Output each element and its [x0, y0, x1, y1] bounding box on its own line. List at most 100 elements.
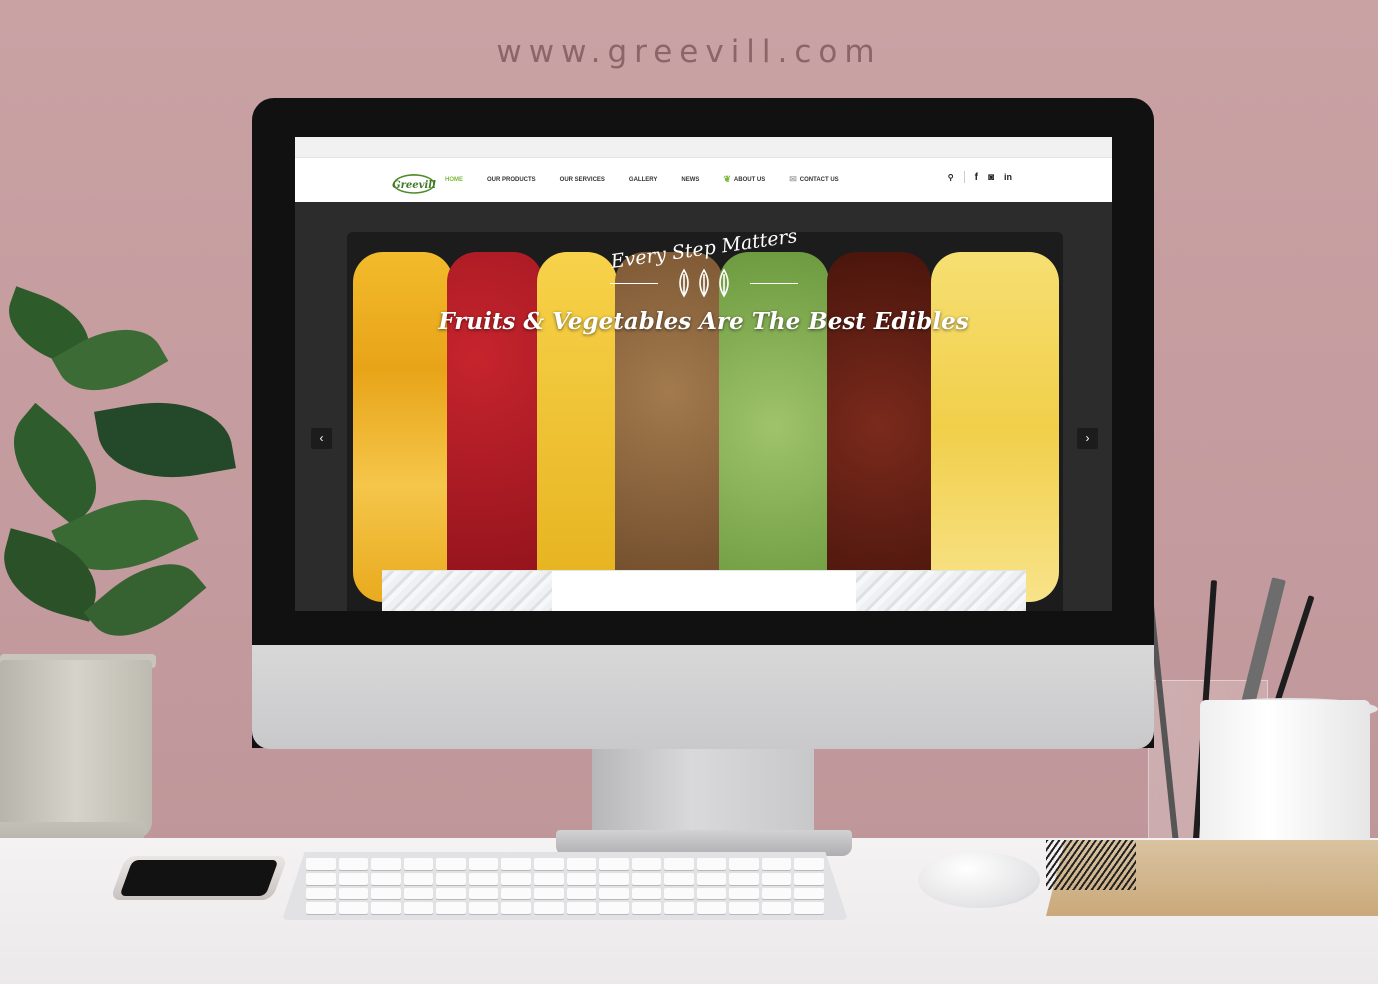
- keyboard-key: [306, 902, 336, 914]
- content-panel: [382, 570, 1026, 611]
- header-icons: ⚲ f ◙ in: [948, 171, 1012, 183]
- keyboard-key: [566, 902, 597, 914]
- keyboard-key: [501, 872, 531, 885]
- keyboard-key: [371, 887, 401, 900]
- logo-text: Greevill: [392, 180, 436, 191]
- keyboard-key: [306, 858, 336, 870]
- keyboard-key: [468, 887, 499, 900]
- nav-home[interactable]: HOME: [445, 174, 463, 185]
- linkedin-icon[interactable]: in: [1004, 172, 1012, 182]
- chevron-left-icon: ‹: [319, 431, 324, 445]
- nav-home-label: HOME: [445, 176, 463, 183]
- nav-about-us-label: ABOUT US: [733, 176, 766, 183]
- keyboard-key: [599, 858, 629, 870]
- keyboard-key: [533, 858, 564, 870]
- keyboard-key: [566, 872, 597, 885]
- hero-divider: [295, 268, 1112, 298]
- leaf-icon: ❦: [723, 174, 731, 184]
- greevill-logo[interactable]: Greevill: [391, 164, 437, 196]
- hero-slider: Every Step Matters Fruits & Vegetables A…: [295, 202, 1112, 611]
- keyboard-key: [599, 887, 629, 900]
- keyboard-key: [403, 902, 434, 914]
- keyboard-key: [338, 887, 369, 900]
- keyboard-key: [371, 872, 401, 885]
- keyboard-key: [664, 902, 694, 914]
- main-nav: HOME OUR PRODUCTS OUR SERVICES GALLERY N…: [445, 174, 863, 185]
- keyboard-key: [696, 902, 727, 914]
- nav-gallery[interactable]: GALLERY: [629, 174, 657, 185]
- keyboard-key: [729, 858, 759, 870]
- nav-contact-us-label: CONTACT US: [799, 176, 839, 183]
- nav-gallery-label: GALLERY: [628, 176, 658, 183]
- keyboard-key: [501, 858, 531, 870]
- keyboard-key: [794, 872, 824, 885]
- keyboard-key: [631, 887, 662, 900]
- keyboard-key: [761, 858, 792, 870]
- keyboard-key: [664, 872, 694, 885]
- keyboard-key: [371, 902, 401, 914]
- keyboard-key: [501, 902, 531, 914]
- notebook-spiral: [1046, 840, 1136, 890]
- keyboard-key: [533, 872, 564, 885]
- nav-our-products-label: OUR PRODUCTS: [487, 176, 536, 183]
- crystal-decoration: [856, 571, 1026, 611]
- keyboard: [282, 852, 848, 920]
- keyboard-key: [761, 902, 792, 914]
- keyboard-key: [338, 858, 369, 870]
- keyboard-key: [436, 872, 466, 885]
- keyboard-key: [371, 858, 401, 870]
- keyboard-key: [794, 858, 824, 870]
- keyboard-key: [696, 858, 727, 870]
- site-header: Greevill HOME OUR PRODUCTS OUR SERVICES …: [295, 158, 1112, 202]
- keyboard-key: [436, 858, 466, 870]
- three-leaves-icon: [678, 268, 729, 298]
- keyboard-key: [501, 887, 531, 900]
- divider-line: [609, 282, 658, 284]
- keyboard-key: [403, 872, 434, 885]
- keyboard-key: [566, 887, 597, 900]
- website-screen: Greevill HOME OUR PRODUCTS OUR SERVICES …: [295, 137, 1112, 611]
- keyboard-key: [631, 872, 662, 885]
- keyboard-key: [761, 872, 792, 885]
- mouse: [918, 852, 1040, 908]
- slider-next-button[interactable]: ›: [1077, 428, 1098, 449]
- hero-headline: Fruits & Vegetables Are The Best Edibles: [438, 308, 969, 335]
- keyboard-key: [468, 858, 499, 870]
- divider: [963, 171, 965, 183]
- keyboard-key: [664, 858, 694, 870]
- keyboard-key: [794, 902, 824, 914]
- nav-our-products[interactable]: OUR PRODUCTS: [487, 174, 536, 185]
- slider-prev-button[interactable]: ‹: [311, 428, 332, 449]
- nav-about-us[interactable]: ❦ ABOUT US: [723, 174, 765, 185]
- keyboard-key: [696, 887, 727, 900]
- keyboard-key: [566, 858, 597, 870]
- top-bar: [295, 137, 1112, 158]
- nav-news[interactable]: NEWS: [681, 174, 699, 185]
- chevron-right-icon: ›: [1085, 431, 1090, 445]
- keyboard-key: [729, 872, 759, 885]
- keyboard-key: [338, 902, 369, 914]
- keyboard-key: [306, 887, 336, 900]
- keyboard-key: [468, 872, 499, 885]
- keyboard-key: [468, 902, 499, 914]
- keyboard-key: [664, 887, 694, 900]
- instagram-icon[interactable]: ◙: [988, 172, 994, 183]
- crystal-decoration: [382, 571, 552, 611]
- search-icon[interactable]: ⚲: [948, 173, 954, 182]
- nav-our-services-label: OUR SERVICES: [559, 176, 605, 183]
- keyboard-key: [729, 902, 759, 914]
- nav-our-services[interactable]: OUR SERVICES: [560, 174, 605, 185]
- keyboard-key: [533, 902, 564, 914]
- keyboard-key: [436, 902, 466, 914]
- site-url-caption: www.greevill.com: [496, 34, 882, 70]
- monitor-chin: [252, 645, 1154, 749]
- divider-line: [749, 282, 798, 284]
- envelope-icon: ✉: [789, 174, 797, 184]
- keyboard-key: [436, 887, 466, 900]
- keyboard-key: [338, 872, 369, 885]
- hero-caption: Every Step Matters Fruits & Vegetables A…: [295, 225, 1112, 335]
- nav-contact-us[interactable]: ✉ CONTACT US: [789, 174, 838, 185]
- facebook-icon[interactable]: f: [975, 172, 978, 183]
- keyboard-key: [631, 858, 662, 870]
- keyboard-key: [403, 887, 434, 900]
